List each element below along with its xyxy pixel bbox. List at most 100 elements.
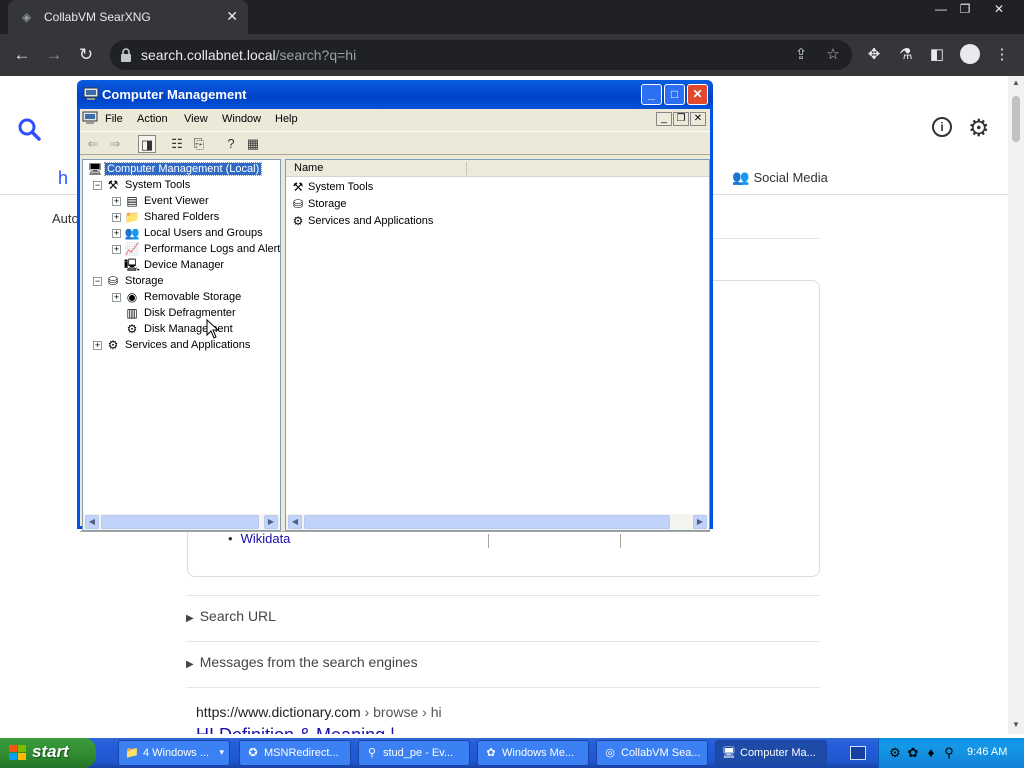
disclosure-triangle-icon: ▶ xyxy=(186,659,194,670)
profile-avatar-icon[interactable] xyxy=(960,44,980,64)
browser-close-button[interactable]: ✕ xyxy=(984,0,1014,18)
collapse-minus-icon[interactable]: − xyxy=(93,277,102,286)
child-close-button[interactable]: ✕ xyxy=(690,112,706,126)
collapse-minus-icon[interactable]: − xyxy=(93,181,102,190)
reload-icon[interactable]: ↻ xyxy=(75,44,97,66)
tree-node-label: Removable Storage xyxy=(144,291,242,303)
expand-plus-icon[interactable]: + xyxy=(93,341,102,350)
tree-node-label: Disk Defragmenter xyxy=(144,307,236,319)
searxng-search-input-fragment[interactable]: h xyxy=(58,168,68,189)
chrome-menu-icon[interactable]: ⋮ xyxy=(992,45,1012,65)
extensions-puzzle-icon[interactable]: ✥ xyxy=(864,45,884,65)
taskbar-button[interactable]: 📁 4 Windows ... ▾ xyxy=(118,740,230,766)
taskbar-button[interactable]: ✪ MSNRedirect... xyxy=(239,740,351,766)
divider xyxy=(187,641,820,642)
event-viewer-icon: ▤ xyxy=(126,194,138,208)
window-titlebar[interactable]: Computer Management _ □ ✕ xyxy=(77,80,713,109)
browser-restore-button[interactable]: ❐ xyxy=(950,0,980,18)
computer-icon[interactable] xyxy=(82,111,98,125)
scroll-right-icon[interactable]: ▶ xyxy=(264,515,278,529)
scrollbar-thumb[interactable] xyxy=(1012,96,1020,142)
windows-flag-icon xyxy=(9,745,26,760)
child-restore-button[interactable]: ❐ xyxy=(673,112,689,126)
bookmark-star-icon[interactable]: ☆ xyxy=(824,46,842,64)
column-header[interactable]: Name xyxy=(286,160,709,177)
tree-node-label: Computer Management (Local) xyxy=(103,162,263,176)
expand-plus-icon[interactable]: + xyxy=(112,213,121,222)
group-dropdown-icon[interactable]: ▾ xyxy=(219,747,224,758)
back-arrow-icon[interactable]: ← xyxy=(11,44,33,66)
menu-action[interactable]: Action xyxy=(137,113,168,125)
scroll-right-icon[interactable]: ▶ xyxy=(693,515,707,529)
search-url-toggle[interactable]: ▶ Search URL xyxy=(186,608,276,624)
result-title[interactable]: HI Definition & Meaning | Dictionary.com xyxy=(196,726,476,734)
tools-icon: ⚒ xyxy=(107,178,119,192)
column-divider[interactable] xyxy=(466,162,467,175)
page-scrollbar[interactable]: ▲ ▼ xyxy=(1008,76,1024,734)
window-body: File Action View Window Help _ ❐ ✕ ⇐ ⇒ ◨… xyxy=(80,109,710,548)
taskbar-button[interactable]: ◎ CollabVM Sea... xyxy=(596,740,708,766)
scroll-up-icon[interactable]: ▲ xyxy=(1012,78,1020,87)
network-icon[interactable]: ⚙ xyxy=(887,745,903,761)
scroll-down-icon[interactable]: ▼ xyxy=(1012,720,1020,729)
forward-arrow-icon[interactable]: → xyxy=(43,44,65,66)
menu-window[interactable]: Window xyxy=(222,113,261,125)
info-icon[interactable]: i xyxy=(932,117,952,137)
start-button[interactable]: start xyxy=(0,738,96,768)
share-icon[interactable]: ⇪ xyxy=(792,46,810,64)
search-tray-icon[interactable]: ⚲ xyxy=(941,745,957,761)
console-view-icon[interactable]: ▦ xyxy=(244,135,262,153)
searxng-search-icon[interactable] xyxy=(16,116,42,142)
scroll-left-icon[interactable]: ◀ xyxy=(288,515,302,529)
mouse-cursor-icon xyxy=(206,319,220,339)
back-icon[interactable]: ⇐ xyxy=(84,135,102,153)
menu-file[interactable]: File xyxy=(105,113,123,125)
storage-icon: ⛁ xyxy=(292,197,304,211)
taskbar-button[interactable]: ✿ Windows Me... xyxy=(477,740,589,766)
forward-icon[interactable]: ⇒ xyxy=(106,135,124,153)
details-hscrollbar[interactable]: ◀ ▶ xyxy=(286,514,709,530)
show-tree-icon[interactable]: ◨ xyxy=(138,135,156,153)
lab-flask-icon[interactable]: ⚗ xyxy=(896,45,916,65)
window-maximize-button[interactable]: □ xyxy=(664,84,685,105)
scroll-left-icon[interactable]: ◀ xyxy=(85,515,99,529)
expand-plus-icon[interactable]: + xyxy=(112,197,121,206)
child-minimize-button[interactable]: _ xyxy=(656,112,672,126)
settings-gear-icon[interactable]: ⚙ xyxy=(968,114,990,143)
help-icon[interactable]: ? xyxy=(222,135,240,153)
expand-plus-icon[interactable]: + xyxy=(112,229,121,238)
tree-hscrollbar[interactable]: ◀ ▶ xyxy=(83,514,280,530)
properties-icon[interactable]: ☷ xyxy=(168,135,186,153)
result-url-host: https://www.dictionary.com xyxy=(196,704,361,720)
taskbar-button-label: MSNRedirect... xyxy=(264,747,339,759)
expand-plus-icon[interactable]: + xyxy=(112,245,121,254)
address-url: search.collabnet.local/search?q=hi xyxy=(141,47,356,63)
services-icon: ⚙ xyxy=(292,214,304,228)
browser-tabstrip: ◈ CollabVM SearXNG ✕ — ❐ ✕ xyxy=(0,0,1024,34)
taskbar-button[interactable]: ⚲ stud_pe - Ev... xyxy=(358,740,470,766)
export-list-icon[interactable]: ⎘ xyxy=(190,135,208,153)
window-close-button[interactable]: ✕ xyxy=(687,84,708,105)
removable-storage-icon: ◉ xyxy=(126,290,138,304)
window-minimize-button[interactable]: _ xyxy=(641,84,662,105)
tab-social-media[interactable]: 👥 Social Media xyxy=(732,169,828,186)
expand-plus-icon[interactable]: + xyxy=(112,293,121,302)
result-url[interactable]: https://www.dictionary.com › browse › hi xyxy=(196,704,442,720)
address-bar[interactable]: search.collabnet.local/search?q=hi ⇪ ☆ xyxy=(110,40,852,70)
browser-tab[interactable]: ◈ CollabVM SearXNG ✕ xyxy=(8,0,248,34)
menu-view[interactable]: View xyxy=(184,113,208,125)
scrollbar-thumb[interactable] xyxy=(304,515,670,529)
toolbar: ⇐ ⇒ ◨ ☷ ⎘ ? ▦ xyxy=(80,131,710,155)
engine-messages-toggle[interactable]: ▶ Messages from the search engines xyxy=(186,654,418,670)
taskbar-button[interactable]: 🖥 Computer Ma... xyxy=(715,740,827,766)
messenger-tray-icon[interactable]: ✿ xyxy=(905,745,921,761)
engine-messages-label: Messages from the search engines xyxy=(199,654,418,670)
tab-close-icon[interactable]: ✕ xyxy=(226,8,238,25)
side-panel-icon[interactable]: ◧ xyxy=(927,45,947,65)
tree-node-label: Disk Management xyxy=(144,323,233,335)
scrollbar-thumb[interactable] xyxy=(101,515,259,529)
list-item-label: Services and Applications xyxy=(308,215,434,227)
keyboard-layout-icon[interactable] xyxy=(850,746,866,760)
shield-tray-icon[interactable]: ♦ xyxy=(923,745,939,761)
menu-help[interactable]: Help xyxy=(275,113,298,125)
